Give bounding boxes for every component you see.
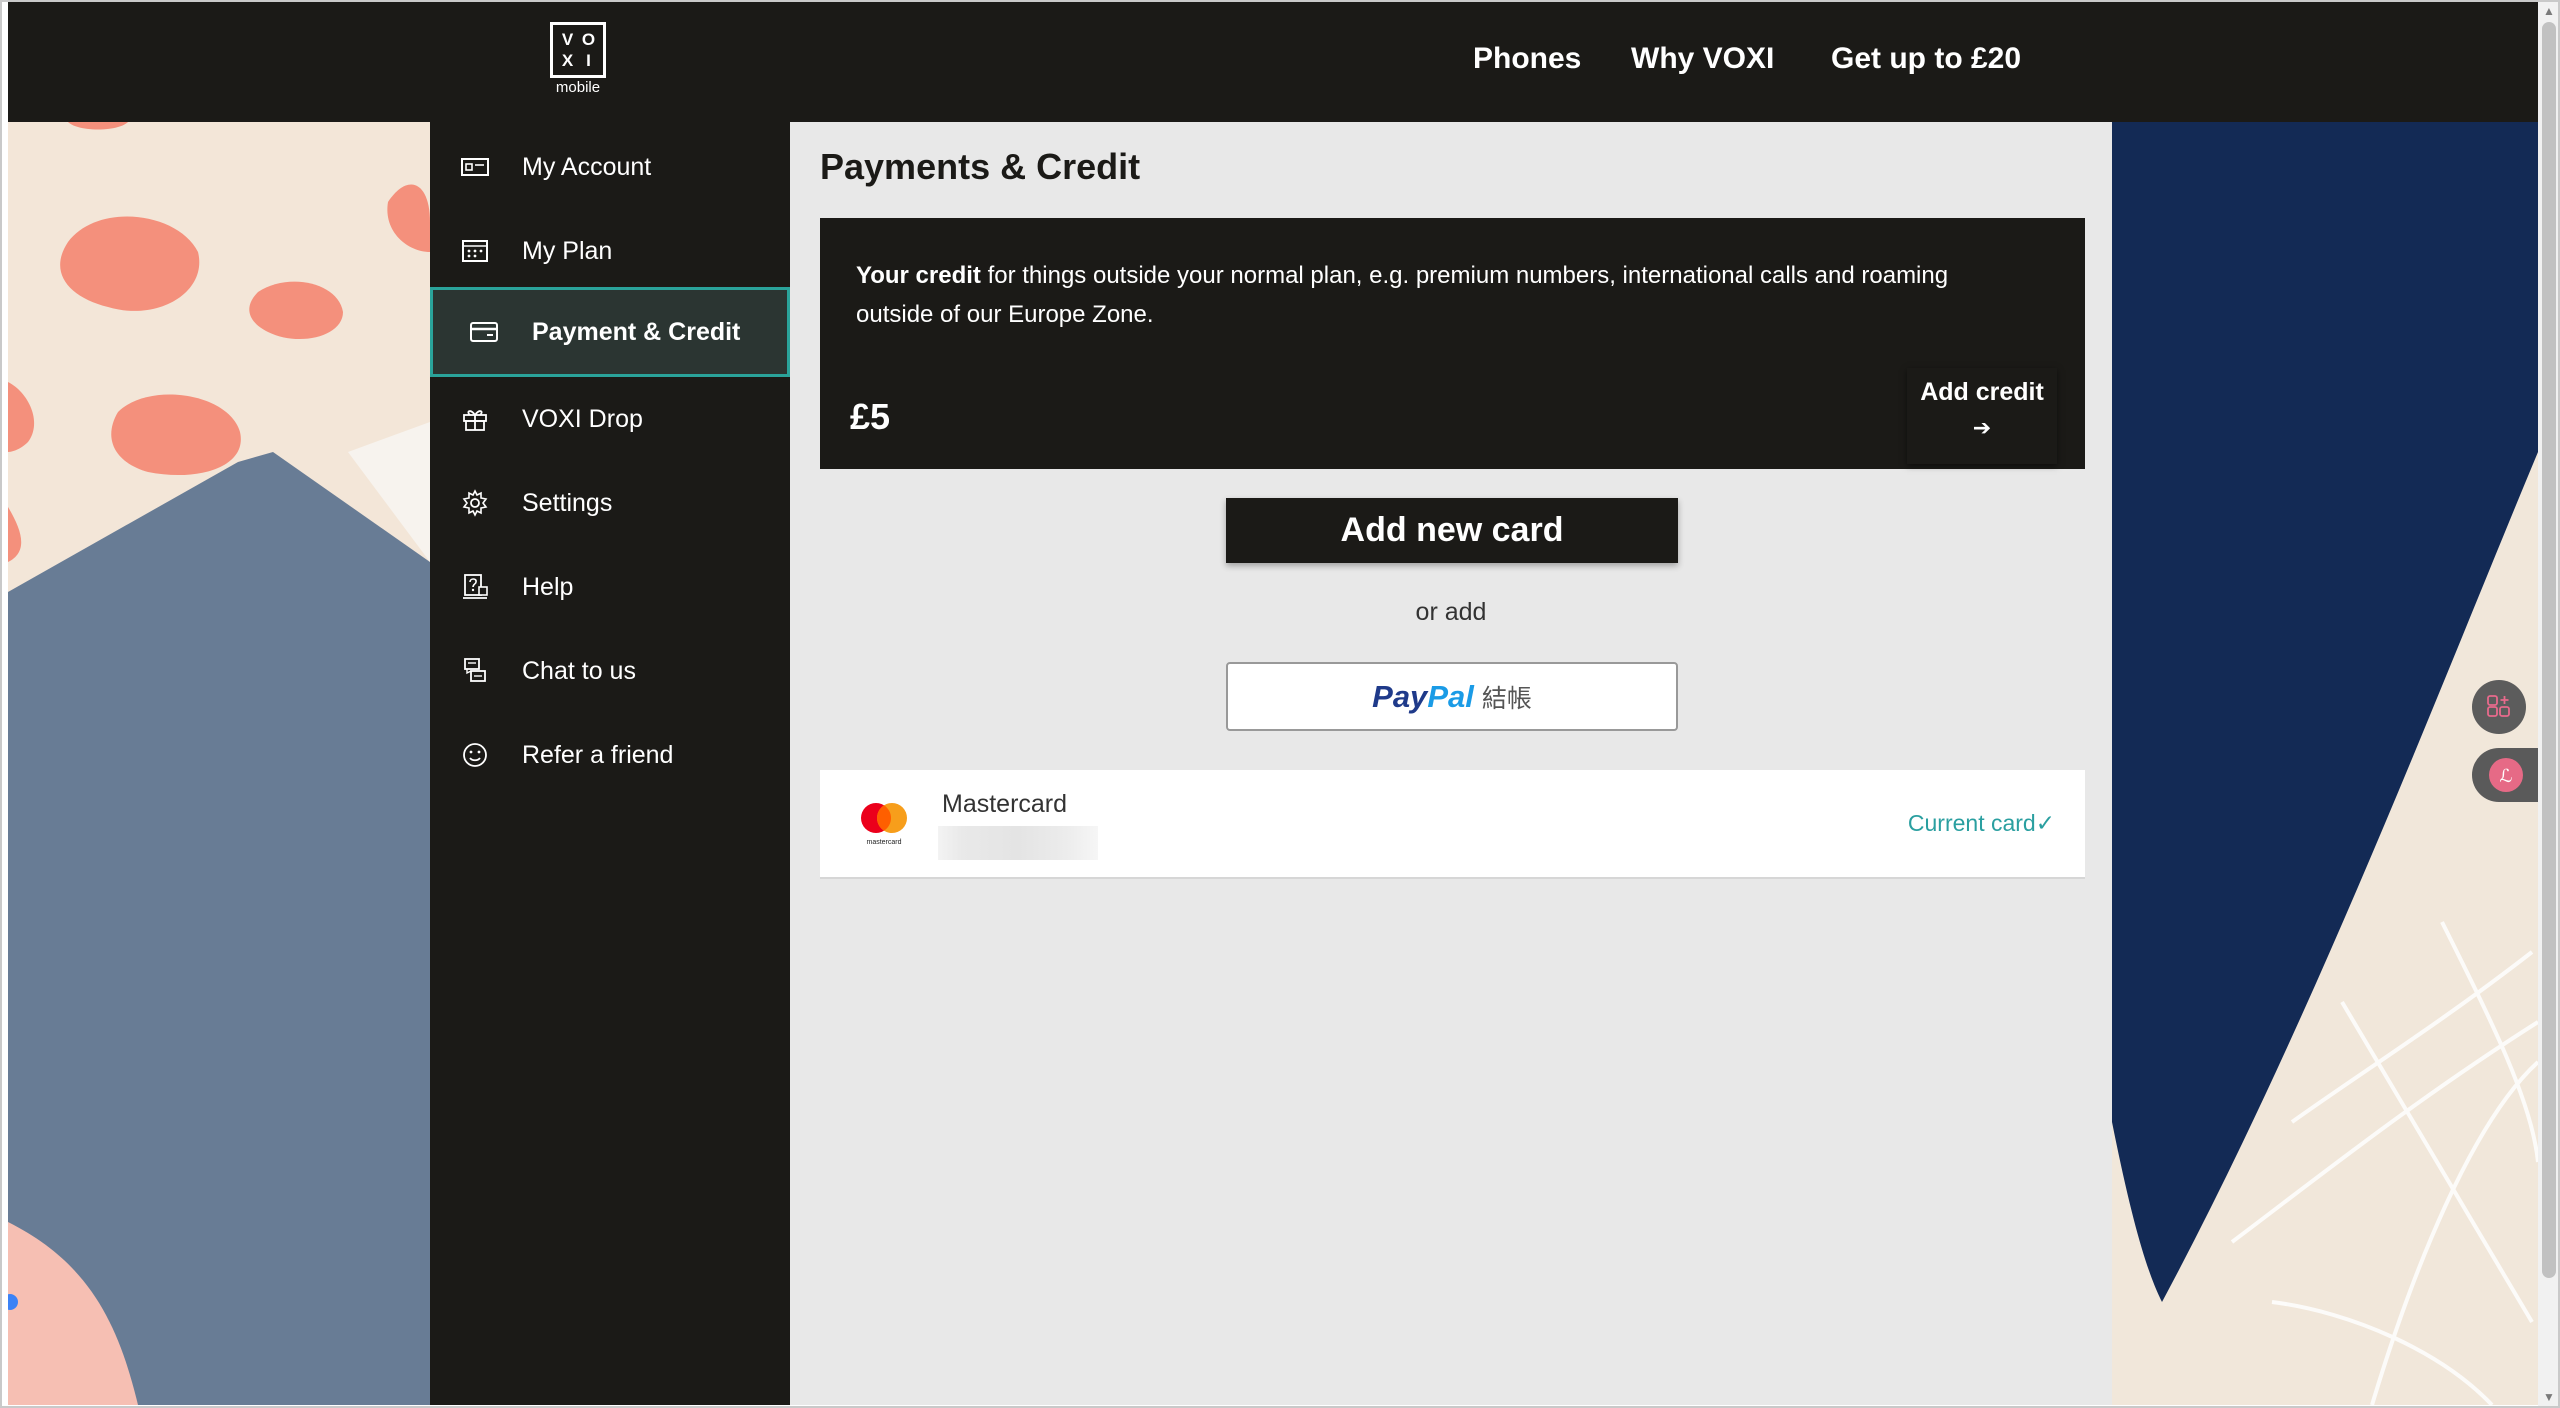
add-credit-label: Add credit [1920, 378, 2044, 406]
sidebar-item-voxi-drop[interactable]: VOXI Drop [430, 377, 790, 461]
logo-subtitle: mobile [555, 79, 601, 96]
sidebar-item-help[interactable]: Help [430, 545, 790, 629]
current-card-status: Current card✓ [1907, 810, 2055, 836]
scroll-down-arrow-icon[interactable]: ▼ [2542, 1390, 2556, 1404]
page-title: Payments & Credit [820, 146, 1141, 187]
card-brand-name: Mastercard [942, 790, 1068, 818]
vertical-scrollbar-thumb[interactable] [2542, 22, 2556, 1278]
sidebar-item-label: Settings [522, 488, 613, 517]
logo-mark: V O X I [550, 22, 606, 78]
apps-plus-icon[interactable] [2472, 680, 2526, 734]
account-sidebar: My Account My Plan Payment & Credit VOXI… [430, 122, 790, 1405]
mastercard-logo-icon: mastercard [854, 800, 914, 850]
top-navigation-bar: V O X I mobile Phones Why VOXI Get up to… [8, 2, 2538, 122]
sidebar-item-refer-friend[interactable]: Refer a friend [430, 713, 790, 797]
credit-card-icon [469, 317, 499, 347]
help-document-icon [460, 572, 490, 602]
credit-description-bold: Your credit [856, 262, 981, 289]
plan-grid-icon [460, 236, 490, 266]
nav-why-voxi-label[interactable]: Why VOXI [1631, 42, 1774, 76]
credit-amount: £5 [850, 396, 891, 437]
voxi-logo[interactable]: V O X I mobile [543, 22, 613, 102]
sidebar-item-label: Refer a friend [522, 740, 674, 769]
sidebar-item-label: My Account [522, 152, 652, 181]
redacted-card-number [938, 826, 1098, 860]
or-add-label: or add [1415, 598, 1487, 626]
gear-icon [460, 488, 490, 518]
nav-get-up-to-label[interactable]: Get up to £20 [1831, 42, 2021, 76]
chat-icon [460, 656, 490, 686]
sidebar-item-label: Help [522, 572, 574, 601]
add-credit-button[interactable]: Add credit ➔ [1907, 368, 2057, 464]
arrow-right-icon: ➔ [1972, 415, 1992, 440]
paypal-checkout-label: 結帳 [1481, 685, 1532, 713]
scroll-up-arrow-icon[interactable]: ▲ [2542, 4, 2556, 18]
pattern-illustration [8, 122, 430, 1405]
nav-phones-label[interactable]: Phones [1473, 42, 1581, 76]
sidebar-item-my-account[interactable]: My Account [430, 125, 790, 209]
saved-card-row[interactable]: mastercard Mastercard Current card✓ [820, 770, 2085, 879]
sidebar-item-my-plan[interactable]: My Plan [430, 209, 790, 293]
paypal-logo-pay: Pay [1372, 679, 1428, 714]
browser-window: V O X I mobile Phones Why VOXI Get up to… [0, 0, 2560, 1408]
account-card-icon [460, 152, 490, 182]
sidebar-item-settings[interactable]: Settings [430, 461, 790, 545]
paypal-checkout-button[interactable]: PayPal 結帳 [1226, 662, 1678, 731]
sidebar-item-label: Chat to us [522, 656, 636, 685]
credit-description: Your credit for things outside your norm… [856, 256, 2006, 334]
logo-letter-i: I [586, 50, 591, 70]
logo-letter-x: X [561, 50, 574, 70]
nav-get-up-to[interactable]: Get up to £20 [1831, 42, 2021, 76]
sidebar-item-label: Payment & Credit [532, 317, 741, 346]
paypal-logo: PayPal [1372, 679, 1474, 714]
sidebar-item-payment-credit[interactable]: Payment & Credit [430, 287, 790, 377]
sidebar-item-label: My Plan [522, 236, 613, 265]
main-content: Payments & Credit Your credit for things… [790, 122, 2112, 1405]
paypal-logo-pal: Pal [1427, 679, 1474, 714]
svg-text:ℒ: ℒ [2500, 766, 2513, 787]
credit-panel: Your credit for things outside your norm… [820, 218, 2085, 469]
credit-description-text: for things outside your normal plan, e.g… [856, 262, 1949, 328]
logo-letter-o: O [581, 29, 596, 49]
sidebar-item-chat[interactable]: Chat to us [430, 629, 790, 713]
gift-icon [460, 404, 490, 434]
translate-icon[interactable]: ℒ [2472, 748, 2540, 802]
smiley-icon [460, 740, 490, 770]
nav-why-voxi[interactable]: Why VOXI [1631, 42, 1774, 76]
logo-letter-v: V [561, 29, 574, 49]
nav-phones[interactable]: Phones [1473, 42, 1581, 76]
decorative-background-left [8, 122, 430, 1405]
sidebar-item-label: VOXI Drop [522, 404, 643, 433]
add-new-card-button[interactable]: Add new card [1226, 498, 1678, 563]
mastercard-logo-text: mastercard [866, 839, 901, 846]
